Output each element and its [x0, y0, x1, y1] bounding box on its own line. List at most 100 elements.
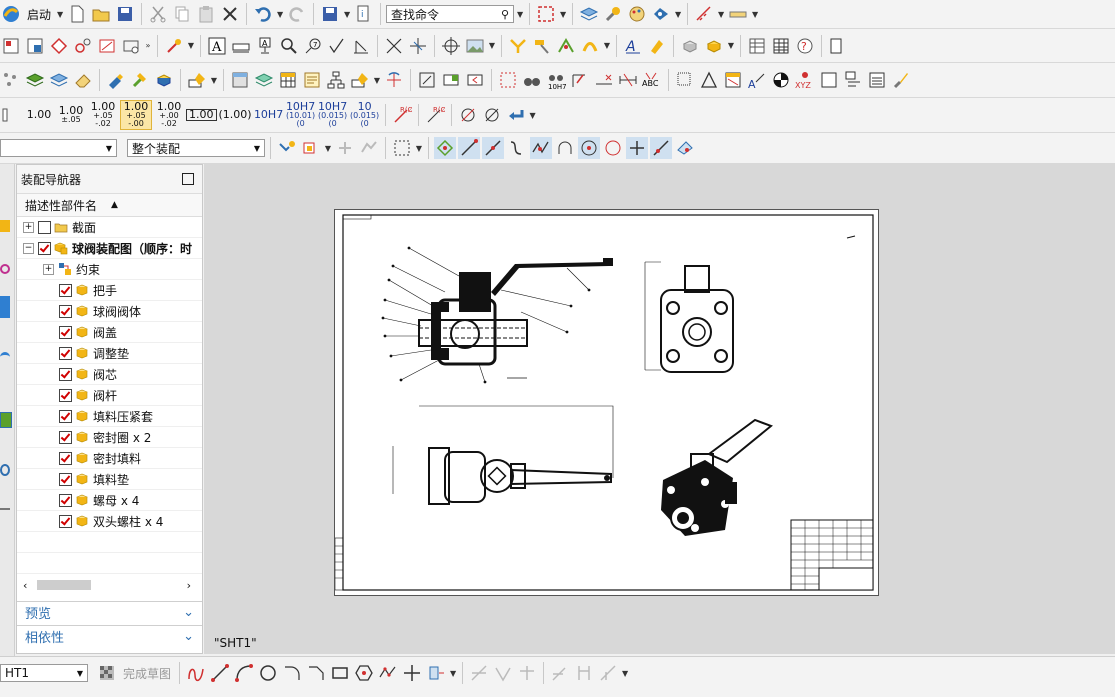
- corner-icon[interactable]: [516, 662, 538, 684]
- save-options-icon[interactable]: [319, 3, 341, 25]
- finish-sketch-button[interactable]: 完成草图: [120, 665, 174, 682]
- layer-green-icon[interactable]: [253, 69, 275, 91]
- fillet-icon[interactable]: [281, 662, 303, 684]
- tree-row-part[interactable]: 把手: [17, 280, 202, 301]
- tolerance-bilateral-button[interactable]: 1.00 ±.05: [56, 101, 86, 129]
- tree-row-part[interactable]: 填料压紧套: [17, 406, 202, 427]
- snap-midpoint-icon[interactable]: [482, 137, 504, 159]
- visibility-checkbox[interactable]: [59, 451, 72, 465]
- hierarchy-icon[interactable]: [325, 69, 347, 91]
- chamfer-icon[interactable]: [305, 662, 327, 684]
- eraser-icon[interactable]: [72, 69, 94, 91]
- visibility-checkbox[interactable]: [59, 388, 72, 402]
- fit-view-icon[interactable]: [535, 3, 557, 25]
- component-dropdown-arrow[interactable]: ▼: [727, 41, 735, 50]
- text-style-icon[interactable]: A: [622, 35, 644, 57]
- tools-icon[interactable]: [602, 3, 624, 25]
- tree-row-folder[interactable]: + 截面: [17, 217, 202, 238]
- tolerance-none-button[interactable]: 1.00: [24, 101, 54, 129]
- balloon-icon[interactable]: 7: [302, 35, 324, 57]
- fit-tolerance-limits-button[interactable]: 10H7 (10.01) (0: [286, 101, 316, 129]
- search-icon[interactable]: ⚲: [501, 8, 509, 21]
- projected-view-icon[interactable]: [48, 35, 70, 57]
- arc-icon[interactable]: [233, 662, 255, 684]
- target-point-icon[interactable]: [407, 35, 429, 57]
- chamfer-dim-icon[interactable]: [593, 69, 615, 91]
- dashed-select-icon[interactable]: [497, 69, 519, 91]
- box-select-dropdown-arrow[interactable]: ▼: [415, 144, 423, 153]
- return-icon[interactable]: [505, 104, 527, 126]
- fit-tolerance-deviation-button[interactable]: 10H7 (0.015) (0: [318, 101, 348, 129]
- leader-text-icon[interactable]: A: [746, 69, 768, 91]
- tolerance-reference-button[interactable]: (1.00): [219, 101, 252, 129]
- new-file-icon[interactable]: [66, 3, 88, 25]
- ruler-icon[interactable]: [727, 3, 749, 25]
- linear-dim-icon[interactable]: [617, 69, 639, 91]
- visibility-checkbox[interactable]: [59, 304, 72, 318]
- feature-control-icon[interactable]: [230, 35, 252, 57]
- auto-constraint-icon[interactable]: [597, 662, 619, 684]
- box-select-icon[interactable]: [391, 137, 413, 159]
- centroid-icon[interactable]: [770, 69, 792, 91]
- settings-cube-icon[interactable]: [153, 69, 175, 91]
- tolerance-basic-button[interactable]: 1.00: [186, 101, 217, 129]
- palette-icon[interactable]: [626, 3, 648, 25]
- scatter-points-icon[interactable]: [0, 69, 22, 91]
- resource-bar-clock-icon[interactable]: [0, 464, 10, 476]
- snap-arc-center-icon[interactable]: [554, 137, 576, 159]
- help-icon[interactable]: ?: [794, 35, 816, 57]
- delete-icon[interactable]: [219, 3, 241, 25]
- snap-face-icon[interactable]: [674, 137, 696, 159]
- select-body-icon[interactable]: [358, 137, 380, 159]
- radius-dim-icon[interactable]: R(Ø): [391, 104, 413, 126]
- cut-icon[interactable]: [147, 3, 169, 25]
- hatch-table-icon[interactable]: [722, 69, 744, 91]
- trim-icon[interactable]: [468, 662, 490, 684]
- snap-on-curve-icon[interactable]: [650, 137, 672, 159]
- tree-row-part[interactable]: 阀杆: [17, 385, 202, 406]
- fit-10h7-icon[interactable]: 10H7: [545, 69, 567, 91]
- spline-icon[interactable]: [377, 662, 399, 684]
- polygon-icon[interactable]: [353, 662, 375, 684]
- diameter-dim-icon[interactable]: R(Ø): [424, 104, 446, 126]
- tree-row-part[interactable]: 调整垫: [17, 343, 202, 364]
- circle-icon[interactable]: [257, 662, 279, 684]
- return-dropdown-arrow[interactable]: ▼: [529, 111, 537, 120]
- custom-symbol-icon[interactable]: [579, 35, 601, 57]
- snap-all-icon[interactable]: [434, 137, 456, 159]
- xyz-coordinate-icon[interactable]: XYZ: [794, 69, 816, 91]
- image-dropdown-arrow[interactable]: ▼: [488, 41, 496, 50]
- select-component-icon[interactable]: [334, 137, 356, 159]
- dimension-constraint-icon[interactable]: [573, 662, 595, 684]
- origin-icon[interactable]: [129, 69, 151, 91]
- search-dropdown-arrow[interactable]: ▼: [516, 10, 524, 19]
- start-menu-icon[interactable]: [0, 3, 22, 25]
- note-sheet-icon[interactable]: [866, 69, 888, 91]
- view-label-icon[interactable]: [842, 69, 864, 91]
- break-view-icon[interactable]: [120, 35, 142, 57]
- tolerance-icon[interactable]: [569, 69, 591, 91]
- format-icon[interactable]: [301, 69, 323, 91]
- offset-curve-icon[interactable]: [425, 662, 447, 684]
- visibility-checkbox[interactable]: [59, 346, 72, 360]
- grid-table-icon[interactable]: [674, 69, 696, 91]
- resource-bar-part-icon[interactable]: [0, 296, 10, 318]
- snap-curve-icon[interactable]: [506, 137, 528, 159]
- visibility-checkbox[interactable]: [59, 430, 72, 444]
- tree-row-part[interactable]: 填料垫: [17, 469, 202, 490]
- select-feature-dropdown-arrow[interactable]: ▼: [324, 144, 332, 153]
- weld-symbol-icon[interactable]: [350, 35, 372, 57]
- edit-annotation-icon[interactable]: [105, 69, 127, 91]
- expand-icon[interactable]: +: [23, 221, 34, 233]
- snap-point-icon[interactable]: [626, 137, 648, 159]
- expand-toolbar-icon[interactable]: [827, 35, 849, 57]
- layer-settings-icon[interactable]: [48, 69, 70, 91]
- abd-label-icon[interactable]: [186, 69, 208, 91]
- view-orient-dropdown-arrow[interactable]: ▼: [674, 10, 682, 19]
- ruler-dropdown-arrow[interactable]: ▼: [751, 10, 759, 19]
- angle-icon[interactable]: [416, 69, 438, 91]
- tree-row-part[interactable]: 阀芯: [17, 364, 202, 385]
- edit-text-icon[interactable]: [646, 35, 668, 57]
- profile-icon[interactable]: [185, 662, 207, 684]
- tolerance-unilateral-minus-button[interactable]: 1.00 +.00 -.02: [154, 101, 184, 129]
